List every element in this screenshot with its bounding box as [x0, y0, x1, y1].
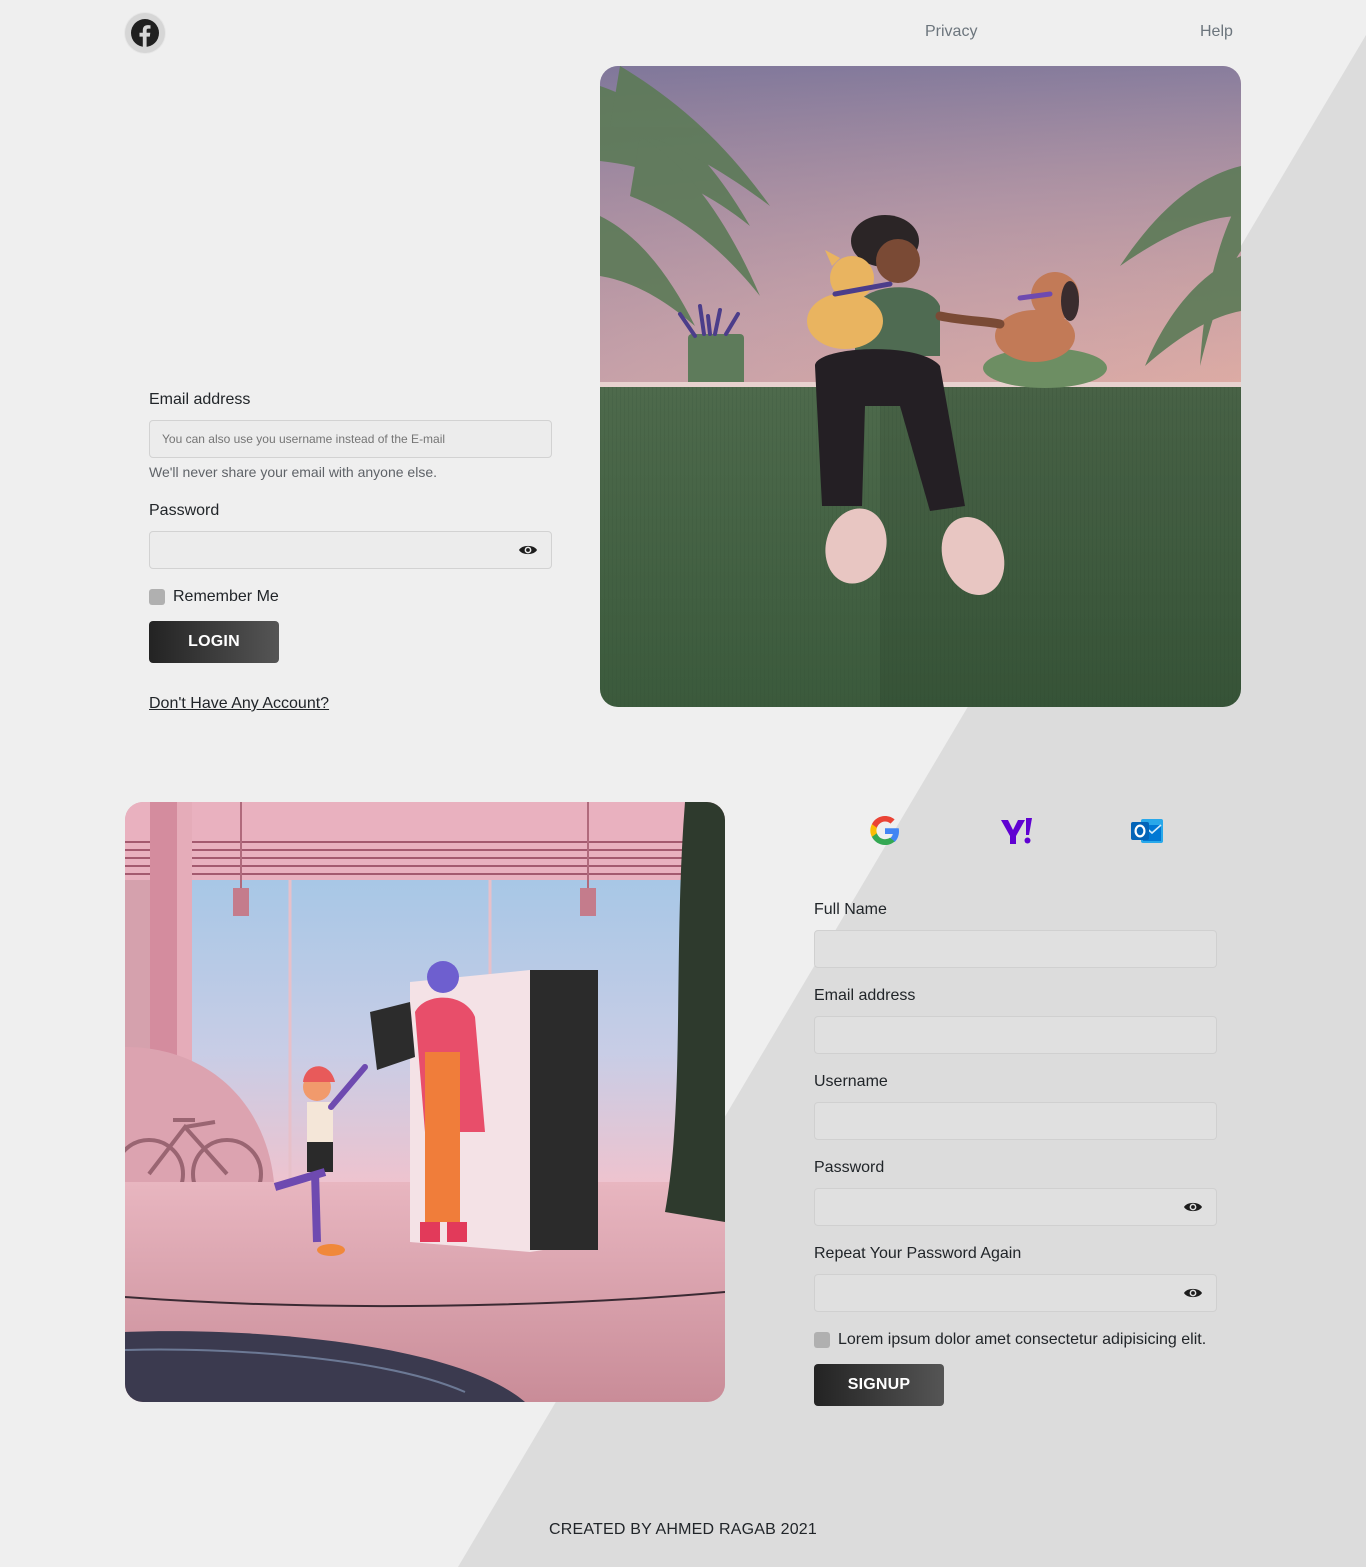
signup-username-label: Username — [814, 1073, 888, 1090]
signup-username-input[interactable] — [814, 1102, 1217, 1140]
terms-label: Lorem ipsum dolor amet consectetur adipi… — [838, 1331, 1207, 1348]
facebook-icon — [131, 19, 159, 47]
signup-password-label: Password — [814, 1159, 885, 1176]
google-signup-button[interactable] — [868, 814, 902, 848]
show-password-icon[interactable] — [518, 543, 538, 557]
nav-privacy-link[interactable]: Privacy — [925, 22, 977, 42]
login-email-label: Email address — [149, 391, 251, 408]
nav-help-link[interactable]: Help — [1200, 22, 1233, 42]
remember-me-checkbox[interactable] — [149, 589, 165, 605]
hero-illustration-woman-dogs — [600, 66, 1241, 707]
google-icon — [870, 816, 899, 845]
show-repeat-password-icon[interactable] — [1183, 1286, 1203, 1300]
terms-checkbox[interactable] — [814, 1332, 830, 1348]
facebook-logo[interactable] — [125, 13, 165, 53]
hero-illustration-pink-room — [125, 802, 725, 1402]
show-signup-password-icon[interactable] — [1183, 1200, 1203, 1214]
outlook-icon — [1131, 819, 1163, 843]
login-password-label: Password — [149, 502, 220, 519]
login-password-input[interactable] — [149, 531, 552, 569]
signup-fullname-input[interactable] — [814, 930, 1217, 968]
signup-repeat-password-label: Repeat Your Password Again — [814, 1245, 1022, 1262]
signup-repeat-password-input[interactable] — [814, 1274, 1217, 1312]
yahoo-icon — [1001, 818, 1032, 844]
signup-button[interactable]: SIGNUP — [814, 1364, 944, 1406]
signup-fullname-label: Full Name — [814, 901, 887, 918]
login-email-hint: We'll never share your email with anyone… — [149, 464, 437, 480]
signup-email-input[interactable] — [814, 1016, 1217, 1054]
footer-credit: CREATED BY AHMED RAGAB 2021 — [548, 1521, 817, 1538]
remember-me-label: Remember Me — [173, 588, 279, 605]
signup-password-input[interactable] — [814, 1188, 1217, 1226]
outlook-signup-button[interactable] — [1129, 813, 1165, 849]
signup-email-label: Email address — [814, 987, 916, 1004]
login-email-input[interactable] — [149, 420, 552, 458]
yahoo-signup-button[interactable] — [998, 812, 1036, 850]
create-account-link[interactable]: Don't Have Any Account? — [149, 695, 329, 713]
login-button[interactable]: LOGIN — [149, 621, 279, 663]
